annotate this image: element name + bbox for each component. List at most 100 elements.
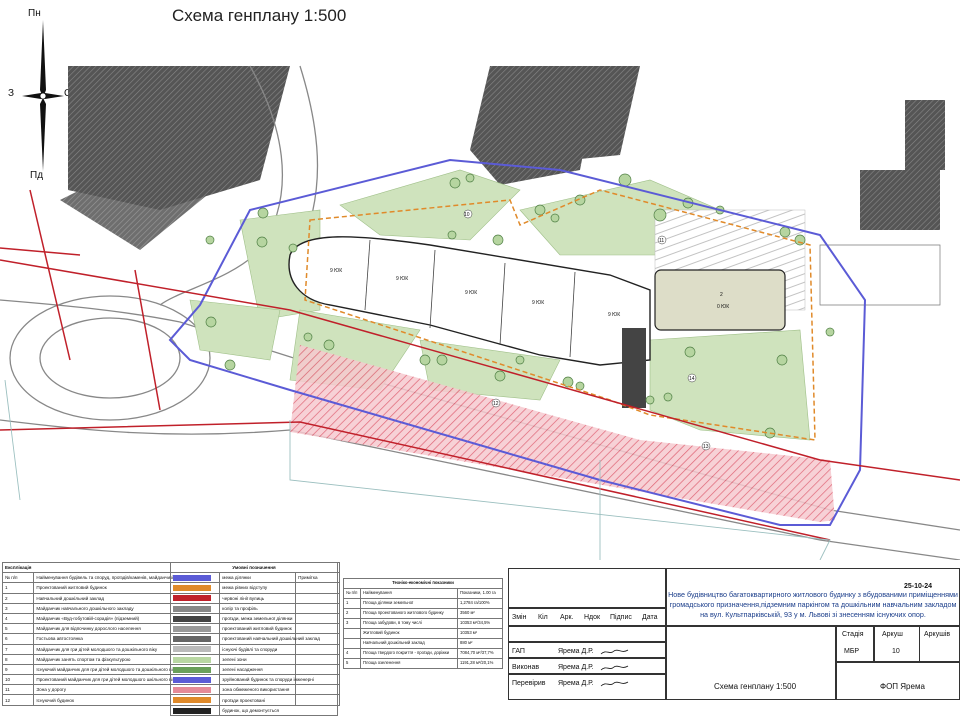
- convention-label: межа ділянки: [219, 572, 338, 584]
- legend-swatch: [173, 676, 211, 683]
- signature-image: [600, 681, 629, 687]
- indicator-value: 880 м²: [457, 638, 503, 649]
- indicator-name: Площа проектованого житлового будинку: [360, 608, 458, 619]
- indicator-name: Площа ділянки земельної: [360, 598, 458, 609]
- indicator-num: [343, 638, 361, 649]
- convention-label: зруйнований будинок та споруди інженерні: [219, 674, 338, 686]
- stage-value: 10: [892, 648, 900, 655]
- building-label: 9 ЮК: [330, 268, 342, 274]
- legend-num: 11: [1, 684, 35, 696]
- date-text: 25-10-24: [904, 583, 933, 590]
- convention-symbol: [169, 592, 221, 604]
- indicator-value: 1191,28 м²/20,1%: [457, 658, 503, 669]
- site-plan-drawing: 9 ЮК 9 ЮК 9 ЮК 9 ЮК 9 ЮК 0 ЮК 2 10 11 12…: [0, 65, 960, 560]
- organization-name: ФОП Ярема: [880, 682, 925, 691]
- legend-num: 4: [1, 612, 35, 625]
- stage-value: МБР: [844, 648, 860, 655]
- convention-label: зона обмеженого використання: [219, 684, 338, 696]
- indicator-num: 3: [343, 618, 361, 629]
- legend-num: 1: [1, 582, 35, 594]
- rev-col: Ндок: [584, 614, 601, 621]
- convention-symbol: [169, 704, 221, 716]
- convention-label: проїзди, межа земельної ділянки: [219, 612, 338, 625]
- building-label: 9 ЮК: [465, 290, 477, 296]
- indicator-value: 10353 м²: [457, 628, 503, 639]
- indicator-value: 3560 м²: [457, 608, 503, 619]
- stage-col: Аркуш: [882, 631, 903, 638]
- legend-swatch: [173, 646, 211, 653]
- indicator-num: 1: [343, 598, 361, 609]
- convention-label: існуючі будівлі та споруди: [219, 643, 338, 655]
- page-title: Схема генплану 1:500: [172, 6, 347, 25]
- convention-symbol: [169, 663, 221, 676]
- building-label: 9 ЮК: [396, 276, 408, 282]
- legend-swatch: [173, 585, 211, 592]
- indicator-num: [343, 628, 361, 639]
- legend-swatch: [173, 575, 211, 582]
- building-label: 9 ЮК: [608, 312, 620, 318]
- indicator-name: Площа твердого покриття - проїзди, доріж…: [360, 648, 458, 659]
- convention-symbol: [169, 602, 221, 614]
- legend-swatch: [173, 656, 211, 663]
- legend-swatch: [173, 666, 211, 673]
- legend-swatch: [173, 615, 211, 622]
- drawing-footer: Експлікація № п/п Найменування будівель …: [0, 560, 960, 716]
- stage-col: Стадія: [842, 631, 864, 638]
- rev-col: Підпис: [610, 614, 632, 621]
- rev-col: Змін: [512, 614, 527, 621]
- legend-swatch: [173, 636, 211, 643]
- rev-col: Дата: [642, 614, 658, 621]
- legend-swatch: [173, 626, 211, 632]
- compass-north-label: Пн: [28, 8, 41, 19]
- legend-col: № п/п: [1, 572, 35, 584]
- convention-label: червоні лінії вулиць: [219, 592, 338, 604]
- indicator-value: 10353 м²/34,5%: [457, 618, 503, 629]
- conventions-table: Умовні позначення межа ділянки межа рівни…: [169, 561, 338, 716]
- indicator-value: 1,2784 га/100%: [457, 598, 503, 609]
- convention-symbol: [169, 582, 221, 594]
- convention-label: проектований житловий будинок: [219, 623, 338, 635]
- legend-num: 10: [1, 674, 35, 686]
- indicator-name: Житловий будинок: [360, 628, 458, 639]
- title-block: 25-10-24 Нове будівництво багатоквартирн…: [508, 568, 960, 700]
- conventions-title: Умовні позначення: [170, 561, 338, 574]
- indicators-title: Техніко-економічні показники: [343, 578, 503, 589]
- legend-swatch: [173, 687, 211, 694]
- legend-num: 3: [1, 602, 35, 614]
- legend-num: 8: [1, 653, 35, 665]
- zone-marker: 11: [659, 238, 664, 244]
- role-label: ГАП: [512, 648, 525, 655]
- zone-marker: 12: [493, 401, 499, 407]
- convention-symbol: [169, 653, 221, 665]
- convention-label: будинок, що демонтується: [219, 704, 338, 716]
- zone-marker: 14: [689, 376, 695, 382]
- convention-label: проектований навчальний дошкільний закла…: [219, 633, 338, 645]
- legend-num: 2: [1, 592, 35, 604]
- indicator-num: 2: [343, 608, 361, 619]
- convention-label: проїзди проектовані: [219, 694, 338, 706]
- indicators-table: Техніко-економічні показники № п/п Найме…: [343, 578, 503, 669]
- legend-swatch: [173, 707, 211, 714]
- indicator-value: 7084,70 м²/37,7%: [457, 648, 503, 659]
- legend-num: 9: [1, 663, 35, 676]
- legend-num: 12: [1, 694, 35, 706]
- role-label: Виконав: [512, 664, 540, 671]
- role-label: Перевірив: [512, 680, 546, 687]
- legend-num: 5: [1, 623, 35, 635]
- signature-image: [600, 665, 629, 671]
- role-name: Ярема Д.Р.: [558, 648, 594, 655]
- rev-col: Арк.: [560, 614, 574, 621]
- indicator-name: Навчальний дошкільний заклад: [360, 638, 458, 649]
- convention-symbol: [169, 623, 221, 635]
- convention-label: зелені зони: [219, 653, 338, 665]
- sheet-title: Схема генплану 1:500: [714, 682, 797, 691]
- convention-label: колір та профіль: [219, 602, 338, 614]
- indicators-col: Показники, 1.00 га: [457, 588, 503, 599]
- legend-num: 7: [1, 643, 35, 655]
- signature-image: [600, 649, 629, 655]
- stage-col: Аркушів: [924, 631, 951, 638]
- legend-swatch: [173, 697, 211, 704]
- indicators-col: Найменування: [360, 588, 458, 599]
- convention-symbol: [169, 684, 221, 696]
- parking-number: 2: [720, 292, 723, 298]
